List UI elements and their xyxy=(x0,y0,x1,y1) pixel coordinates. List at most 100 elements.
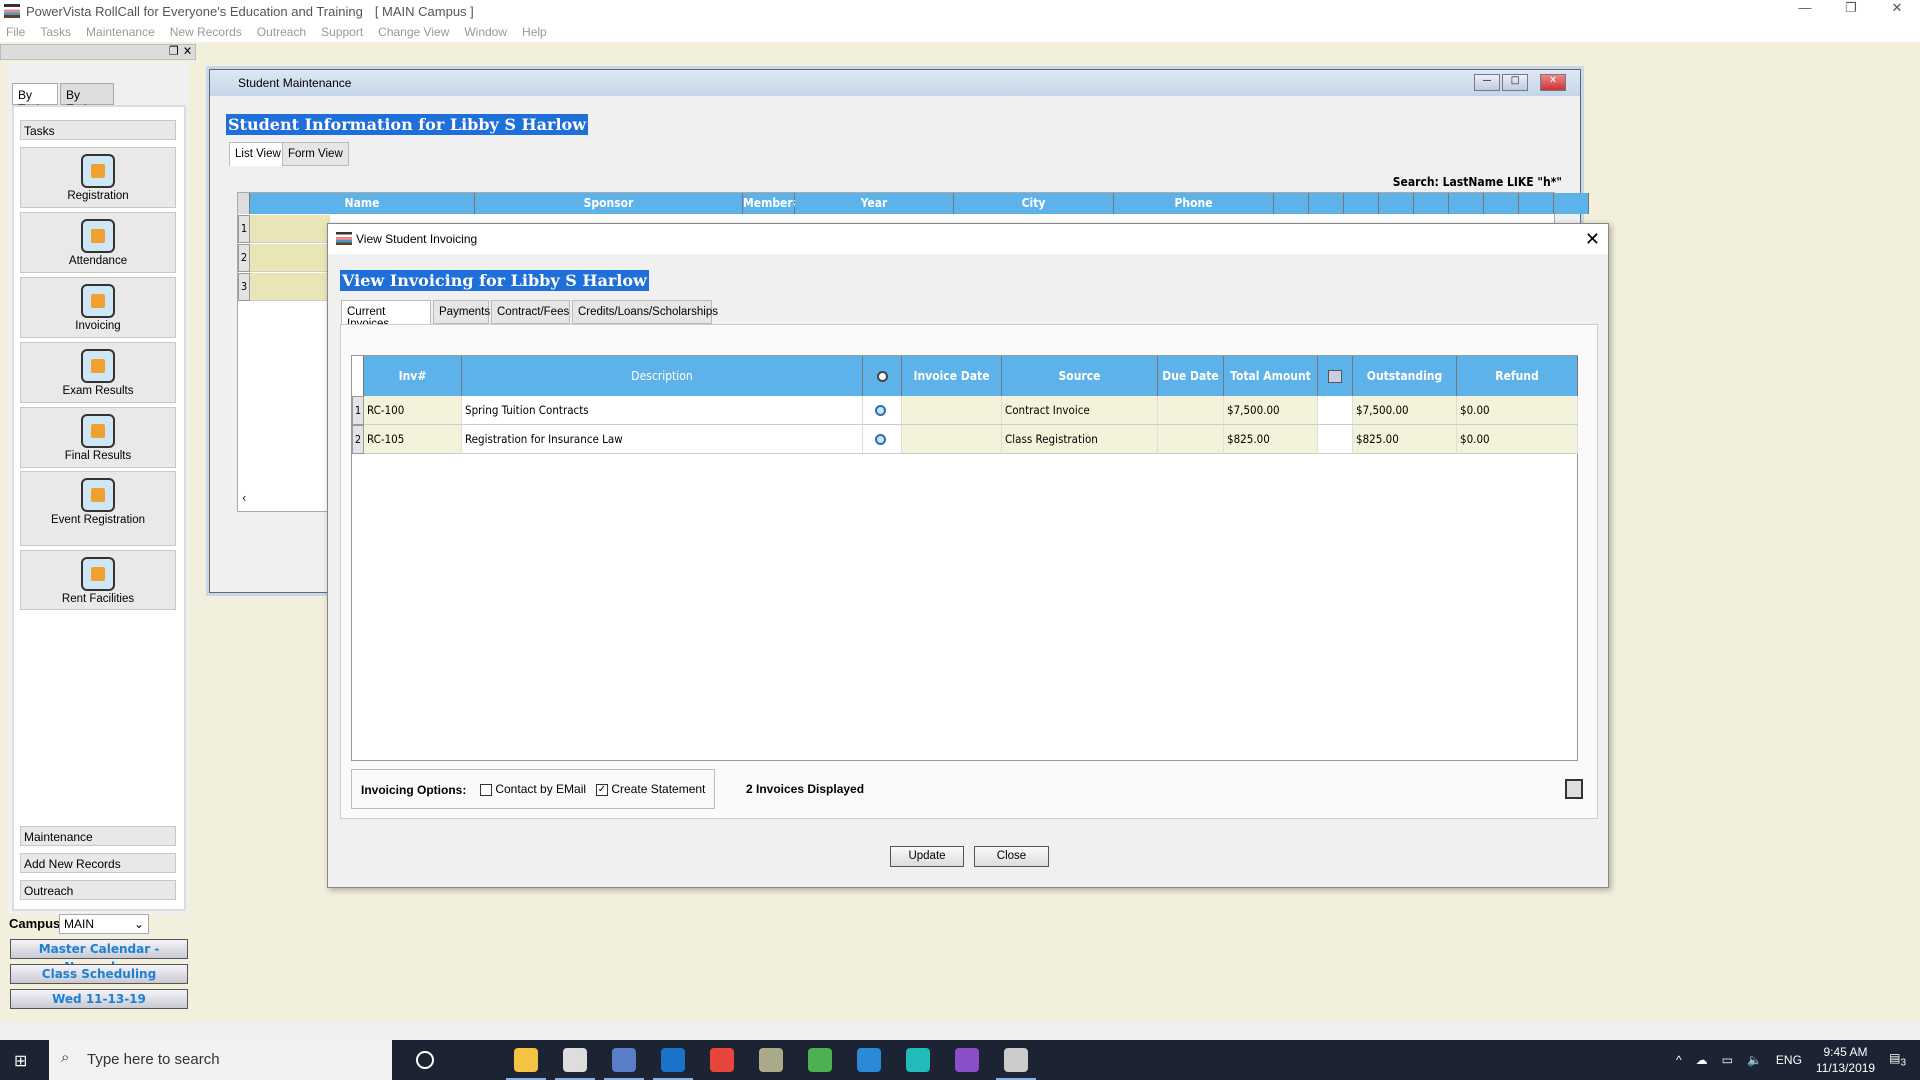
clock[interactable]: 9:45 AM 11/13/2019 xyxy=(1816,1044,1875,1076)
checkbox-icon[interactable] xyxy=(480,783,492,796)
column-header-due-date[interactable]: Due Date xyxy=(1158,356,1224,396)
date-button[interactable]: Wed 11-13-19 xyxy=(10,989,188,1009)
spreadsheet-icon[interactable] xyxy=(808,1048,832,1072)
column-header-description[interactable]: Description xyxy=(462,356,863,396)
menu-tasks[interactable]: Tasks xyxy=(40,25,71,39)
task-exam-results[interactable]: Exam Results xyxy=(20,342,176,403)
toolbar-column-icon[interactable] xyxy=(1379,193,1414,214)
menu-support[interactable]: Support xyxy=(321,25,363,39)
toolbar-column-icon[interactable] xyxy=(1414,193,1449,214)
menu-window[interactable]: Window xyxy=(464,25,507,39)
toolbar-column-icon[interactable] xyxy=(1449,193,1484,214)
close-button[interactable]: ✕ xyxy=(1540,74,1566,91)
toolbar-column-icon[interactable] xyxy=(1344,193,1379,214)
menu-change-view[interactable]: Change View xyxy=(378,25,449,39)
menu-new-records[interactable]: New Records xyxy=(170,25,242,39)
column-header-invoice-date[interactable]: Invoice Date xyxy=(902,356,1002,396)
outlook-icon[interactable] xyxy=(653,1048,693,1080)
contact-by-email-checkbox[interactable]: Contact by EMail xyxy=(480,782,586,796)
column-header-year[interactable]: Year xyxy=(795,193,954,214)
tab-by-task[interactable]: By Task xyxy=(12,83,58,116)
menu-file[interactable]: File xyxy=(6,25,25,39)
checkbox-icon[interactable]: ✓ xyxy=(596,783,608,796)
column-header-phone[interactable]: Phone xyxy=(1114,193,1274,214)
tab-list-view[interactable]: List View xyxy=(229,142,287,166)
calculator-icon[interactable] xyxy=(1328,370,1342,383)
student-row[interactable] xyxy=(250,273,330,301)
app-icon[interactable] xyxy=(555,1048,595,1080)
column-header-outstanding[interactable]: Outstanding xyxy=(1353,356,1457,396)
app-icon[interactable] xyxy=(604,1048,644,1080)
toolbar-column-icon[interactable] xyxy=(1554,193,1589,214)
close-button[interactable]: Close xyxy=(974,846,1049,867)
print-icon[interactable] xyxy=(1565,779,1583,799)
toolbar-column-icon[interactable] xyxy=(1484,193,1519,214)
tab-current-invoices[interactable]: Current Invoices xyxy=(341,300,431,330)
toolbar-column-icon[interactable] xyxy=(1309,193,1344,214)
column-header-total-amount[interactable]: Total Amount xyxy=(1224,356,1318,396)
menu-outreach[interactable]: Outreach xyxy=(257,25,306,39)
column-header-city[interactable]: City xyxy=(954,193,1114,214)
master-calendar-button[interactable]: Master Calendar - November xyxy=(10,939,188,974)
create-statement-checkbox[interactable]: ✓ Create Statement xyxy=(596,782,705,796)
sidebar-item-outreach[interactable]: Outreach xyxy=(20,880,176,900)
column-header-source[interactable]: Source xyxy=(1002,356,1158,396)
student-row[interactable] xyxy=(250,215,330,243)
task-event-registration[interactable]: Event Registration xyxy=(20,471,176,546)
view-detail-icon[interactable] xyxy=(875,434,886,445)
student-row[interactable] xyxy=(250,244,330,272)
campus-select[interactable]: MAIN ⌄ xyxy=(59,914,149,934)
column-header-search[interactable] xyxy=(863,356,902,396)
taskbar-search-input[interactable]: ⌕ Type here to search xyxy=(49,1040,392,1080)
file-explorer-icon[interactable] xyxy=(506,1048,546,1080)
invoice-cell-search[interactable] xyxy=(863,396,902,425)
update-button[interactable]: Update xyxy=(890,846,964,867)
notifications-icon[interactable]: ▤3 xyxy=(1889,1051,1906,1068)
tab-by-entity[interactable]: By Entity xyxy=(60,83,114,116)
search-icon[interactable] xyxy=(876,371,888,382)
chevron-up-icon[interactable]: ^ xyxy=(1676,1053,1682,1067)
task-registration[interactable]: Registration xyxy=(20,147,176,208)
tab-contract-fees[interactable]: Contract/Fees xyxy=(491,300,570,324)
toolbar-column-icon[interactable] xyxy=(1519,193,1554,214)
column-header-inv[interactable]: Inv# xyxy=(364,356,462,396)
restore-button[interactable]: ❐ xyxy=(1828,0,1874,16)
invoice-cell-search[interactable] xyxy=(863,425,902,454)
column-header-member[interactable]: Member# xyxy=(743,193,802,214)
float-panel-icon[interactable]: ❐ xyxy=(169,44,179,58)
task-final-results[interactable]: Final Results xyxy=(20,407,176,468)
tab-form-view[interactable]: Form View xyxy=(282,142,349,166)
network-icon[interactable]: ▭ xyxy=(1722,1053,1733,1067)
column-header-sponsor[interactable]: Sponsor xyxy=(475,193,743,214)
menu-maintenance[interactable]: Maintenance xyxy=(86,25,155,39)
task-view-icon[interactable] xyxy=(464,1048,488,1072)
volume-icon[interactable]: 🔈 xyxy=(1747,1053,1762,1067)
visual-studio-code-icon[interactable] xyxy=(857,1048,881,1072)
close-panel-icon[interactable]: ✕ xyxy=(183,44,192,58)
menu-help[interactable]: Help xyxy=(522,25,547,39)
view-detail-icon[interactable] xyxy=(875,405,886,416)
cortana-icon[interactable] xyxy=(416,1051,434,1069)
minimize-button[interactable]: — xyxy=(1474,74,1500,91)
onedrive-icon[interactable]: ☁ xyxy=(1696,1053,1708,1067)
visual-studio-icon[interactable] xyxy=(955,1048,979,1072)
maximize-button[interactable]: □ xyxy=(1502,74,1528,91)
sidebar-item-maintenance[interactable]: Maintenance xyxy=(20,826,176,846)
language-indicator[interactable]: ENG xyxy=(1776,1053,1802,1067)
tab-payments[interactable]: Payments xyxy=(433,300,490,324)
chrome-icon[interactable] xyxy=(710,1048,734,1072)
toolbar-column-icon[interactable] xyxy=(1274,193,1309,214)
class-scheduling-button[interactable]: Class Scheduling xyxy=(10,964,188,984)
powervista-icon[interactable] xyxy=(996,1048,1036,1080)
tab-credits-loans-scholarships[interactable]: Credits/Loans/Scholarships xyxy=(572,300,718,324)
windows-start-icon[interactable]: ⊞ xyxy=(14,1051,27,1071)
column-header-name[interactable]: Name xyxy=(250,193,475,214)
task-rent-facilities[interactable]: Rent Facilities xyxy=(20,550,176,610)
app-icon[interactable] xyxy=(906,1048,930,1072)
column-header-refund[interactable]: Refund xyxy=(1457,356,1578,396)
task-attendance[interactable]: Attendance xyxy=(20,212,176,273)
scroll-left-icon[interactable]: ‹ xyxy=(242,491,246,505)
minimize-button[interactable]: — xyxy=(1782,0,1828,16)
tools-icon[interactable] xyxy=(759,1048,783,1072)
close-dialog-icon[interactable]: ✕ xyxy=(1585,229,1600,250)
